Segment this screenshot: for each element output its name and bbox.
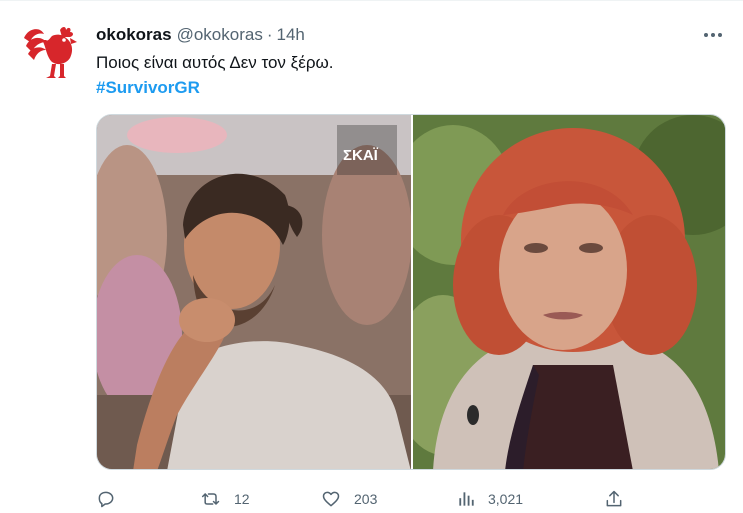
hashtag-link[interactable]: #SurvivorGR [96,77,200,99]
share-button[interactable] [604,487,624,511]
like-button[interactable]: 203 [320,487,377,511]
share-icon [606,490,622,507]
tweet-time[interactable]: 14h [277,25,305,45]
author-display-name[interactable]: okokoras [96,25,172,45]
man-photo-image: ΣΚΑΪ [97,115,411,469]
media-photo-man[interactable]: ΣΚΑΪ [97,115,411,469]
more-options-icon [704,33,722,37]
views-icon [459,492,474,506]
tweet-actions: 12 203 3,021 [96,487,726,511]
reply-button[interactable] [96,487,116,511]
heart-icon [322,491,340,507]
tweet-header: okokoras @okokoras · 14h [96,24,305,46]
rooster-logo-icon [24,27,77,78]
media-photo-woman[interactable] [413,115,725,469]
views-count: 3,021 [488,491,524,507]
retweet-count: 12 [234,491,250,507]
separator-dot: · [266,25,273,44]
tweet-media[interactable]: ΣΚΑΪ [96,114,726,470]
reply-icon [98,491,114,508]
more-options-button[interactable] [700,24,726,46]
woman-photo-image [413,115,725,469]
retweet-icon [201,493,220,505]
retweet-button[interactable]: 12 [200,487,250,511]
watermark-text: ΣΚΑΪ [343,147,379,164]
top-divider [0,0,743,1]
avatar[interactable] [16,20,80,84]
views-button[interactable]: 3,021 [456,487,523,511]
author-handle[interactable]: @okokoras [177,25,263,45]
like-count: 203 [354,491,378,507]
tweet-text: Ποιος είναι αυτός Δεν τον ξέρω. [96,53,334,72]
